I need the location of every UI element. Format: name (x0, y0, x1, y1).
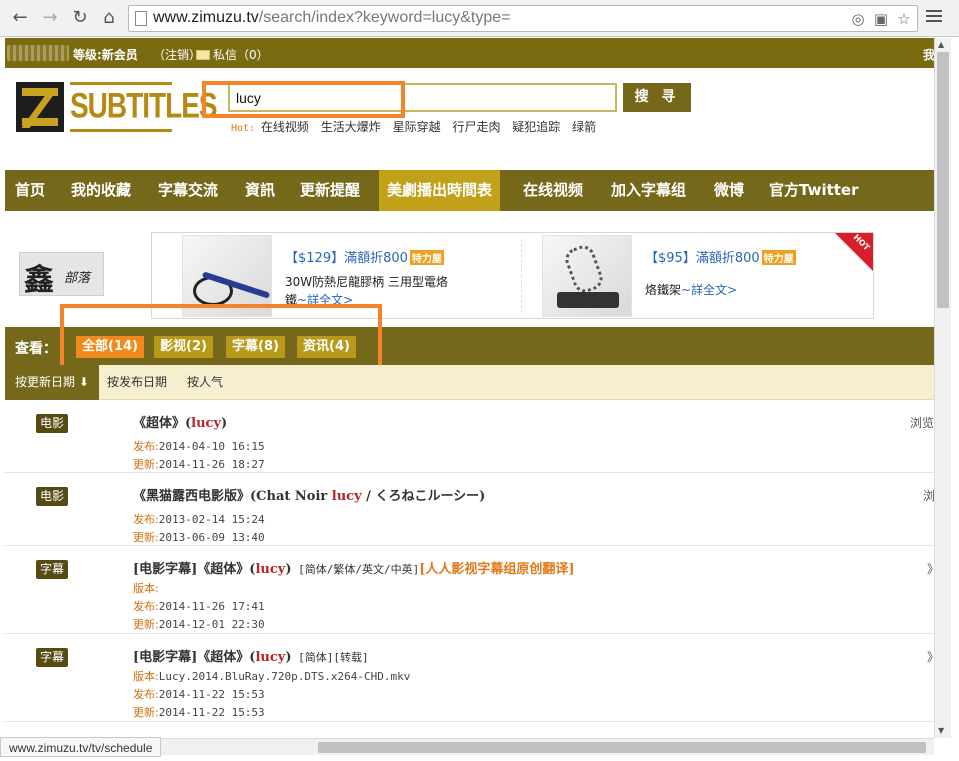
published-date: 发布:2014-11-26 17:41 (133, 600, 265, 613)
forward-icon[interactable]: → (40, 8, 60, 28)
ad-badge: 特力屋 (409, 250, 444, 265)
tribe-logo-text: 部落 (64, 271, 91, 286)
extension-icon[interactable]: ▣ (872, 10, 890, 28)
user-level: 等级:新会员 (73, 48, 138, 62)
url-path: /search/index?keyword=lucy&type= (258, 9, 511, 26)
mail-icon (196, 50, 210, 60)
logo-mark-icon (16, 82, 64, 132)
hot-item[interactable]: 疑犯追踪 (512, 120, 560, 134)
ad-left-desc[interactable]: 30W防熱尼龍膠柄 三用型電烙 (285, 273, 448, 290)
type-badge[interactable]: 电影 (36, 487, 69, 506)
nav-item-favorites[interactable]: 我的收藏 (63, 170, 139, 211)
version-line: 版本: (133, 582, 159, 595)
updated-date: 更新:2014-11-26 18:27 (133, 458, 265, 471)
type-badge[interactable]: 字幕 (36, 648, 69, 667)
page: 等级:新会员 （注销） 私信（0） 我 SUBTITLES lucy 搜 寻 H… (5, 38, 934, 738)
hot-item[interactable]: 绿箭 (572, 120, 596, 134)
hot-label: Hot: (231, 123, 256, 134)
nav-item-online-video[interactable]: 在线视频 (515, 170, 591, 211)
scroll-thumb[interactable] (937, 52, 949, 308)
highlight-filter (60, 304, 382, 372)
nav-item-weibo[interactable]: 微博 (706, 170, 752, 211)
sort-bar: 按更新日期 ⬇ 按发布日期 按人气 (5, 365, 934, 400)
hot-item[interactable]: 生活大爆炸 (321, 120, 381, 134)
scroll-down-icon[interactable]: ▼ (938, 726, 944, 735)
messages-label: 私信（0） (213, 48, 269, 62)
nav-item-subtitle-forum[interactable]: 字幕交流 (150, 170, 226, 211)
view-count-label: 浏览 (910, 416, 934, 430)
result-title[interactable]: 《黑猫露西电影版》(Chat Noir lucy / くろねこルーシー) (133, 485, 485, 504)
list-item: 字幕 [电影字幕]《超体》(lucy) [简体/繁体/英文/中英][人人影视字幕… (5, 546, 934, 634)
ad-left-price[interactable]: 【$129】滿額折800 特力屋 (285, 247, 444, 266)
updated-date: 更新:2013-06-09 13:40 (133, 531, 265, 544)
result-title[interactable]: 《超体》(lucy) (133, 412, 227, 431)
list-item: 电影 《超体》(lucy) 发布:2014-04-10 16:15 更新:201… (5, 400, 934, 473)
translate-icon[interactable]: ◎ (849, 10, 867, 28)
hscroll-thumb[interactable] (318, 742, 926, 753)
ad-right-price[interactable]: 【$95】滿額折800 特力屋 (645, 247, 796, 266)
filter-label: 查看： (15, 341, 57, 357)
published-date: 发布:2014-04-10 16:15 (133, 440, 265, 453)
site-logo[interactable]: SUBTITLES (16, 82, 218, 132)
results-list: 电影 《超体》(lucy) 发布:2014-04-10 16:15 更新:201… (5, 400, 934, 722)
version-line: 版本:Lucy.2014.BluRay.720p.DTS.x264-CHD.mk… (133, 670, 411, 683)
updated-date: 更新:2014-11-22 15:53 (133, 706, 265, 719)
username-blurred (7, 45, 69, 61)
nav-item-join[interactable]: 加入字幕组 (603, 170, 694, 211)
sort-by-popularity[interactable]: 按人气 (177, 365, 233, 400)
sort-by-publish[interactable]: 按发布日期 (97, 365, 177, 400)
hot-item[interactable]: 行尸走肉 (452, 120, 500, 134)
ad-right-more-link[interactable]: ~詳全文> (681, 283, 737, 297)
type-badge[interactable]: 字幕 (36, 560, 69, 579)
tribe-logo-char: 鑫 (24, 263, 54, 298)
type-badge[interactable]: 电影 (36, 414, 69, 433)
home-icon[interactable]: ⌂ (99, 8, 119, 28)
main-nav: 首页 我的收藏 字幕交流 資訊 更新提醒 美劇播出時間表 在线视频 加入字幕组 … (5, 170, 934, 211)
ad-badge: 特力屋 (761, 250, 796, 265)
address-bar[interactable]: www.zimuzu.tv/search/index?keyword=lucy&… (128, 5, 918, 32)
row-more-indicator: 》 (927, 560, 934, 577)
ad-right-desc[interactable]: 烙鐵架~詳全文> (645, 281, 737, 298)
list-item: 电影 《黑猫露西电影版》(Chat Noir lucy / くろねこルーシー) … (5, 473, 934, 546)
site-header: SUBTITLES lucy 搜 寻 Hot: 在线视频 生活大爆炸 星际穿越 … (5, 68, 934, 170)
search-button[interactable]: 搜 寻 (623, 83, 691, 112)
result-title[interactable]: [电影字幕]《超体》(lucy) [简体/繁体/英文/中英][人人影视字幕组原创… (133, 558, 575, 577)
published-date: 发布:2014-11-22 15:53 (133, 688, 265, 701)
nav-item-news[interactable]: 資訊 (237, 170, 283, 211)
menu-icon[interactable] (926, 10, 942, 24)
url-host: www.zimuzu.tv (153, 9, 259, 26)
nav-item-home[interactable]: 首页 (7, 170, 53, 211)
logout-link[interactable]: （注销） (153, 46, 201, 63)
star-icon[interactable]: ☆ (895, 10, 913, 28)
row-more-indicator: 》 (927, 648, 934, 665)
published-date: 发布:2013-02-14 15:24 (133, 513, 265, 526)
reload-icon[interactable]: ↻ (70, 8, 90, 28)
browser-toolbar: ← → ↻ ⌂ www.zimuzu.tv/search/index?keywo… (0, 0, 959, 37)
scroll-up-icon[interactable]: ▲ (938, 40, 944, 49)
view-count-label: 浏 (923, 489, 934, 503)
status-bar: www.zimuzu.tv/tv/schedule (0, 737, 162, 757)
logo-text: SUBTITLES (70, 86, 218, 125)
user-bar: 等级:新会员 （注销） 私信（0） 我 (5, 38, 934, 68)
topbar-right-text[interactable]: 我 (923, 46, 934, 63)
nav-item-updates[interactable]: 更新提醒 (292, 170, 368, 211)
list-item: 字幕 [电影字幕]《超体》(lucy) [简体][转载] 版本:Lucy.201… (5, 634, 934, 722)
back-icon[interactable]: ← (10, 8, 30, 28)
sort-by-update[interactable]: 按更新日期 ⬇ (5, 365, 99, 400)
result-title[interactable]: [电影字幕]《超体》(lucy) [简体][转载] (133, 646, 369, 665)
vertical-scrollbar[interactable]: ▲ ▼ (934, 38, 951, 738)
updated-date: 更新:2014-12-01 22:30 (133, 618, 265, 631)
page-icon (135, 11, 147, 26)
hot-item[interactable]: 在线视频 (261, 120, 309, 134)
iron-stand-image[interactable] (542, 235, 632, 317)
highlight-search (202, 81, 405, 118)
hot-keywords: Hot: 在线视频 生活大爆炸 星际穿越 行尸走肉 疑犯追踪 绿箭 (231, 118, 604, 135)
messages-link[interactable]: 私信（0） (196, 46, 269, 63)
nav-item-schedule[interactable]: 美劇播出時間表 (379, 170, 501, 211)
hot-item[interactable]: 星际穿越 (393, 120, 441, 134)
nav-item-twitter[interactable]: 官方Twitter (761, 170, 867, 211)
tribe-logo[interactable]: 鑫 部落 (19, 252, 104, 298)
